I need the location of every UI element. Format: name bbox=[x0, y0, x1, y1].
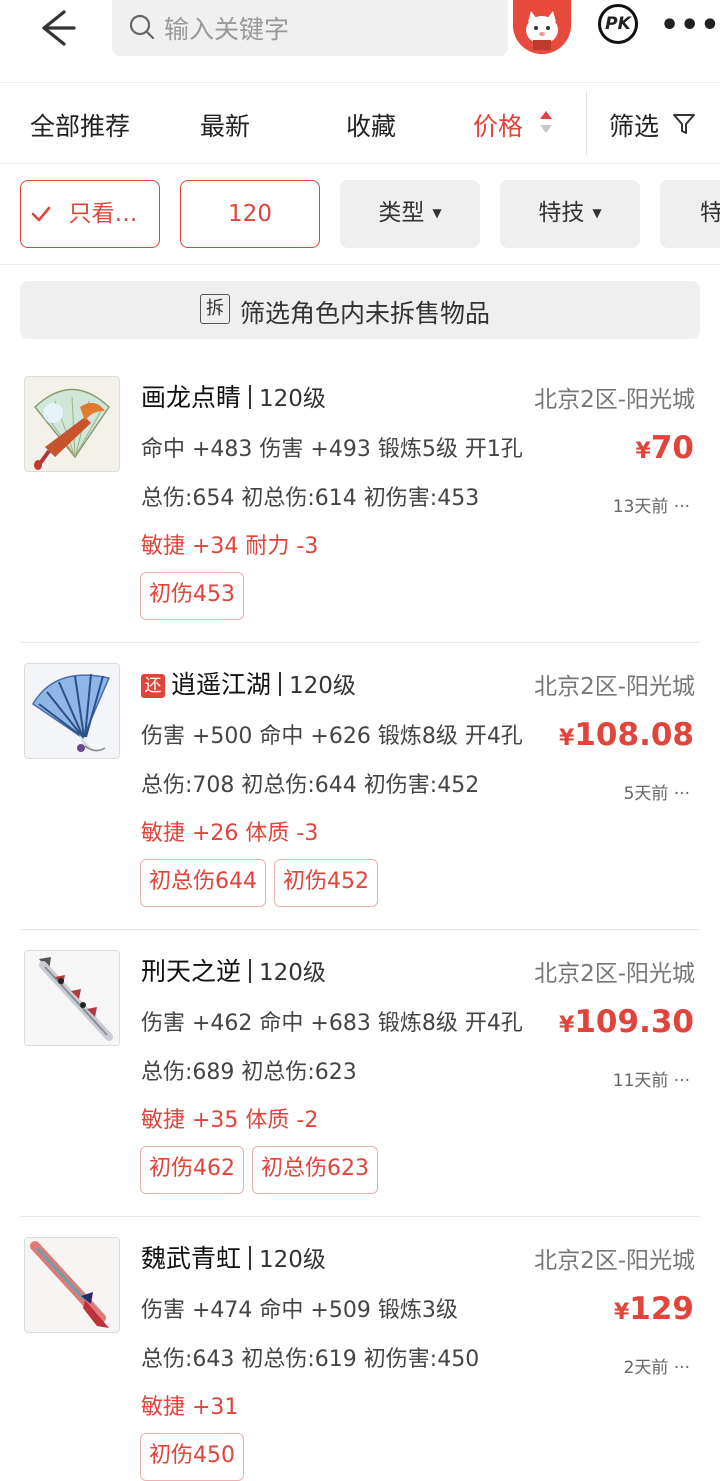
chip-special-skill[interactable]: 特技 ▼ bbox=[500, 180, 640, 248]
chip-label: 只看… bbox=[68, 201, 138, 227]
item-time[interactable]: 11天前 ··· bbox=[613, 1066, 690, 1091]
item-bonus-stats: 敏捷 +35 体质 -2 bbox=[141, 1108, 319, 1133]
item-divider bbox=[20, 642, 700, 643]
item-time[interactable]: 5天前 ··· bbox=[624, 779, 690, 804]
item-server: 北京2区-阳光城 bbox=[534, 1248, 695, 1274]
item-price: ¥70 bbox=[635, 430, 694, 466]
item-tags: 初伤450 bbox=[140, 1433, 252, 1481]
item-time[interactable]: 13天前 ··· bbox=[613, 492, 690, 517]
item-name: 刑天之逆 120级 bbox=[141, 957, 326, 986]
item-name: 魏武青虹 120级 bbox=[141, 1244, 326, 1273]
item-tag: 初伤452 bbox=[274, 859, 378, 907]
sort-tab-recommended[interactable]: 全部推荐 bbox=[30, 107, 130, 143]
split-icon: 拆 bbox=[200, 294, 230, 324]
item-name: 还逍遥江湖 120级 bbox=[141, 665, 356, 701]
filter-chips: 只看… 120 类型 ▼ 特技 ▼ 特 bbox=[0, 164, 720, 265]
item-tag: 初伤453 bbox=[140, 572, 244, 620]
item-tags: 初伤453 bbox=[140, 572, 252, 620]
sort-tab-favorites[interactable]: 收藏 bbox=[346, 107, 396, 143]
item-thumbnail bbox=[24, 376, 120, 472]
item-server: 北京2区-阳光城 bbox=[534, 387, 695, 413]
search-input[interactable]: 输入关键字 bbox=[112, 0, 508, 56]
item-bonus-stats: 敏捷 +31 bbox=[141, 1395, 239, 1420]
chip-label: 特 bbox=[700, 200, 720, 226]
item-tags: 初伤462 初总伤623 bbox=[140, 1146, 386, 1194]
chip-level-120[interactable]: 120 bbox=[180, 180, 320, 248]
sort-bar: 全部推荐 最新 收藏 价格 筛选 bbox=[0, 83, 720, 164]
unsplit-filter-banner[interactable]: 拆 筛选角色内未拆售物品 bbox=[20, 281, 700, 339]
item-price: ¥129 bbox=[613, 1291, 694, 1327]
item-time[interactable]: 2天前 ··· bbox=[624, 1353, 690, 1378]
chip-label: 120 bbox=[228, 201, 272, 227]
item-price: ¥109.30 bbox=[559, 1004, 694, 1040]
item-attributes: 伤害 +500 命中 +626 锻炼8级 开4孔 bbox=[141, 724, 523, 749]
item-divider bbox=[20, 929, 700, 930]
top-bar: 输入关键字 PK ••• bbox=[0, 0, 720, 83]
chip-type[interactable]: 类型 ▼ bbox=[340, 180, 480, 248]
dropdown-triangle-icon: ▼ bbox=[432, 206, 442, 220]
item-divider bbox=[20, 1216, 700, 1217]
item-server: 北京2区-阳光城 bbox=[534, 674, 695, 700]
pk-icon[interactable]: PK bbox=[598, 4, 638, 44]
return-badge: 还 bbox=[141, 674, 165, 698]
item-thumbnail bbox=[24, 950, 120, 1046]
back-arrow-icon[interactable] bbox=[34, 6, 78, 50]
item-name: 画龙点睛 120级 bbox=[141, 383, 326, 412]
sort-tab-latest[interactable]: 最新 bbox=[200, 107, 250, 143]
item-tag: 初总伤623 bbox=[252, 1146, 378, 1194]
search-icon bbox=[128, 13, 156, 45]
item-price: ¥108.08 bbox=[559, 717, 694, 753]
item-server: 北京2区-阳光城 bbox=[534, 961, 695, 987]
item-damage-stats: 总伤:654 初总伤:614 初伤害:453 bbox=[141, 486, 480, 511]
item-damage-stats: 总伤:708 初总伤:644 初伤害:452 bbox=[141, 773, 480, 798]
item-tag: 初总伤644 bbox=[140, 859, 266, 907]
item-tag: 初伤450 bbox=[140, 1433, 244, 1481]
item-attributes: 伤害 +474 命中 +509 锻炼3级 bbox=[141, 1298, 458, 1323]
more-icon[interactable]: ••• bbox=[660, 8, 720, 43]
item-thumbnail bbox=[24, 1237, 120, 1333]
item-thumbnail bbox=[24, 663, 120, 759]
item-tags: 初总伤644 初伤452 bbox=[140, 859, 386, 907]
item-bonus-stats: 敏捷 +26 体质 -3 bbox=[141, 821, 319, 846]
item-attributes: 命中 +483 伤害 +493 锻炼5级 开1孔 bbox=[141, 437, 523, 462]
item-damage-stats: 总伤:689 初总伤:623 bbox=[141, 1060, 357, 1085]
filter-icon[interactable] bbox=[672, 112, 696, 140]
item-bonus-stats: 敏捷 +34 耐力 -3 bbox=[141, 534, 319, 559]
filter-button[interactable]: 筛选 bbox=[609, 107, 659, 143]
chip-label: 类型 bbox=[378, 200, 425, 226]
avatar[interactable] bbox=[513, 0, 571, 54]
dropdown-triangle-icon: ▼ bbox=[592, 206, 602, 220]
search-placeholder: 输入关键字 bbox=[164, 15, 290, 44]
item-damage-stats: 总伤:643 初总伤:619 初伤害:450 bbox=[141, 1347, 480, 1372]
chip-label: 特技 bbox=[538, 200, 585, 226]
sort-divider bbox=[586, 91, 587, 155]
check-icon bbox=[31, 206, 51, 222]
item-attributes: 伤害 +462 命中 +683 锻炼8级 开4孔 bbox=[141, 1011, 523, 1036]
sort-tab-price[interactable]: 价格 bbox=[473, 107, 523, 143]
chip-only-view[interactable]: 只看… bbox=[20, 180, 160, 248]
item-tag: 初伤462 bbox=[140, 1146, 244, 1194]
banner-text: 筛选角色内未拆售物品 bbox=[240, 299, 491, 328]
chip-special-effect[interactable]: 特 bbox=[660, 180, 720, 248]
sort-arrows-icon[interactable] bbox=[538, 109, 554, 139]
